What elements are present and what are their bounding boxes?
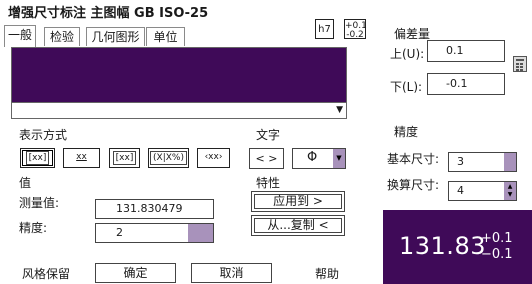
deviation-heading: 偏差量 [394, 27, 431, 41]
calculator-icon[interactable] [513, 56, 527, 72]
style-boxed-button[interactable]: [xx] [20, 148, 55, 168]
symbol-select[interactable]: Φ ▼ [292, 148, 346, 169]
style-label: [xx] [112, 151, 137, 165]
dimension-preview: 131.83 +0.1 −0.1 [383, 210, 532, 284]
ok-button[interactable]: 确定 [95, 263, 176, 283]
tab-geometry[interactable]: 几何图形 [86, 27, 145, 46]
basic-size-input[interactable]: 3 [448, 152, 517, 172]
deviation-tolerance-button[interactable]: +0.1 -0.2 [344, 19, 367, 40]
style-label: [xx] [25, 151, 50, 165]
style-underline-button[interactable]: xx [63, 148, 100, 168]
style-label: (X|X%) [150, 151, 187, 165]
bracket-button[interactable]: < > [249, 148, 284, 169]
style-angle-button[interactable]: ‹xx› [197, 148, 230, 168]
lower-deviation-field[interactable]: -0.1 [427, 73, 505, 95]
chevron-down-icon[interactable]: ▼ [333, 149, 345, 168]
deviation-bottom-label: -0.2 [346, 30, 364, 40]
style-label: xx [76, 152, 87, 162]
alt-size-input[interactable]: 4 ▲ ▼ [448, 181, 517, 201]
basic-size-stepper[interactable] [504, 153, 516, 171]
upper-deviation-label: 上(U): [390, 47, 425, 61]
precision-value: 2 [116, 226, 123, 239]
copy-from-button[interactable]: 从...复制 < [251, 215, 345, 236]
help-button[interactable]: 帮助 [315, 265, 339, 282]
precision-label: 精度: [19, 221, 48, 235]
cancel-button[interactable]: 取消 [191, 263, 272, 283]
alt-size-spinner[interactable]: ▲ ▼ [504, 182, 516, 200]
preview-value: 131.83 [399, 232, 486, 260]
tab-general[interactable]: 一般 [4, 25, 36, 47]
style-box-button[interactable]: [xx] [109, 148, 140, 168]
alt-size-value: 4 [457, 184, 464, 197]
text-heading: 文字 [256, 128, 281, 142]
measured-value-field[interactable]: 131.830479 [95, 199, 214, 219]
apply-to-button[interactable]: 应用到 > [251, 191, 345, 212]
preview-upper-tolerance: +0.1 [481, 231, 513, 246]
precision-heading: 精度 [394, 125, 419, 139]
precision-input[interactable]: 2 [95, 223, 214, 243]
lower-deviation-label: 下(L): [390, 80, 423, 94]
value-heading: 值 [19, 176, 32, 190]
basic-size-value: 3 [457, 155, 464, 168]
style-keep-label[interactable]: 风格保留 [22, 265, 70, 282]
precision-stepper[interactable] [188, 224, 213, 242]
upper-deviation-field[interactable]: 0.1 [427, 40, 505, 62]
style-label: ‹xx› [204, 152, 223, 162]
measured-label: 测量值: [19, 196, 60, 210]
basic-size-label: 基本尺寸: [387, 152, 440, 166]
alt-size-label: 换算尺寸: [387, 178, 440, 192]
properties-heading: 特性 [256, 176, 281, 190]
display-style-heading: 表示方式 [19, 128, 68, 142]
chevron-down-icon[interactable]: ▼ [336, 105, 343, 115]
tab-units[interactable]: 单位 [146, 27, 185, 46]
fit-tolerance-button[interactable]: h7 [315, 19, 334, 39]
preview-lower-tolerance: −0.1 [481, 247, 513, 262]
style-percent-button[interactable]: (X|X%) [148, 148, 189, 168]
tab-inspection[interactable]: 检验 [44, 27, 80, 46]
symbol-value: Φ [307, 150, 318, 165]
dialog-title: 增强尺寸标注 主图幅 GB ISO-25 [8, 6, 209, 21]
text-editor-dropdown[interactable]: ▼ [11, 102, 347, 119]
